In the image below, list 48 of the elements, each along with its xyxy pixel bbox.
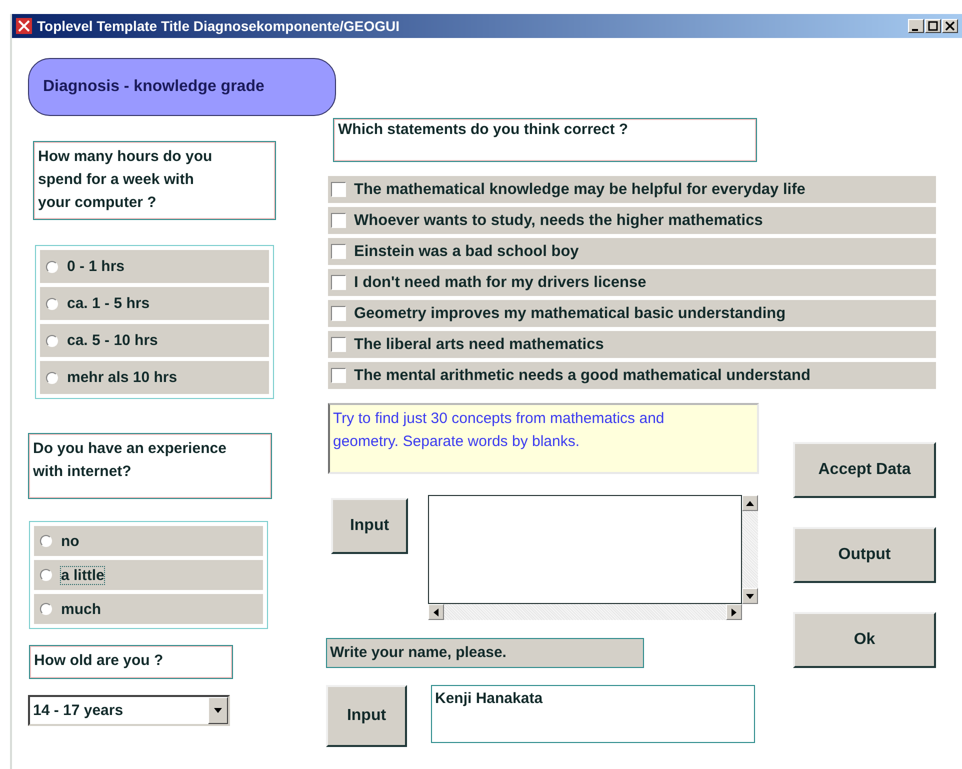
question-label: Do you have an experience with internet? — [28, 433, 272, 499]
input-button[interactable]: Input — [326, 685, 407, 747]
radio-option[interactable]: no — [34, 526, 263, 556]
name-prompt: Write your name, please. — [326, 638, 644, 668]
question-label: Which statements do you think correct ? — [333, 118, 757, 162]
maximize-button[interactable] — [925, 19, 941, 33]
horizontal-scrollbar[interactable] — [428, 604, 742, 620]
statement-checkbox[interactable]: I don't need math for my drivers license — [328, 269, 936, 296]
statement-checkbox[interactable]: Einstein was a bad school boy — [328, 238, 936, 265]
scroll-down-button[interactable] — [742, 588, 758, 604]
name-field[interactable]: Kenji Hanakata — [431, 685, 755, 743]
statement-checkbox[interactable]: Geometry improves my mathematical basic understanding — [328, 300, 936, 327]
minimize-icon — [912, 28, 918, 30]
maximize-icon — [928, 21, 938, 31]
triangle-down-icon — [214, 708, 222, 713]
statement-checkbox[interactable]: The liberal arts need mathematics — [328, 331, 936, 358]
statement-checkbox[interactable]: The mental arithmetic needs a good mathematical understand — [328, 362, 936, 389]
age-dropdown[interactable]: 14 - 17 years — [28, 695, 230, 726]
vertical-scrollbar[interactable] — [742, 495, 758, 604]
window-title: Toplevel Template Title Diagnosekomponente/GEOGUI — [37, 18, 401, 34]
close-icon — [945, 21, 955, 31]
radio-option[interactable]: a little — [34, 560, 263, 590]
heading-banner: Diagnosis - knowledge grade — [28, 58, 336, 116]
scroll-up-button[interactable] — [742, 495, 758, 511]
radio-option[interactable]: much — [34, 594, 263, 624]
hint-text: Try to find just 30 concepts from mathematics and geometry. Separate words by blanks. — [328, 403, 759, 474]
radio-option[interactable]: 0 - 1 hrs — [40, 250, 269, 283]
question-label: How many hours do you spend for a week with your computer ? — [33, 141, 276, 220]
radio-option[interactable]: ca. 5 - 10 hrs — [40, 324, 269, 357]
scroll-right-button[interactable] — [726, 604, 742, 620]
scroll-left-button[interactable] — [428, 604, 444, 620]
triangle-up-icon — [746, 500, 754, 506]
input-button[interactable]: Input — [331, 498, 408, 554]
statement-checkbox[interactable]: Whoever wants to study, needs the higher mathematics — [328, 207, 936, 234]
triangle-left-icon — [434, 608, 438, 616]
radio-option[interactable]: ca. 1 - 5 hrs — [40, 287, 269, 320]
minimize-button[interactable] — [908, 19, 924, 33]
action-button[interactable]: Ok — [793, 612, 936, 668]
action-button[interactable]: Output — [793, 527, 936, 583]
triangle-down-icon — [746, 594, 754, 598]
concepts-text-area[interactable] — [428, 495, 742, 604]
close-button[interactable] — [942, 19, 958, 33]
radio-option[interactable]: mehr als 10 hrs — [40, 361, 269, 394]
triangle-right-icon — [732, 608, 736, 616]
action-button[interactable]: Accept Data — [793, 442, 936, 498]
statement-checkbox[interactable]: The mathematical knowledge may be helpful for everyday life — [328, 176, 936, 203]
question-label: How old are you ? — [29, 645, 233, 679]
app-icon — [16, 18, 32, 34]
